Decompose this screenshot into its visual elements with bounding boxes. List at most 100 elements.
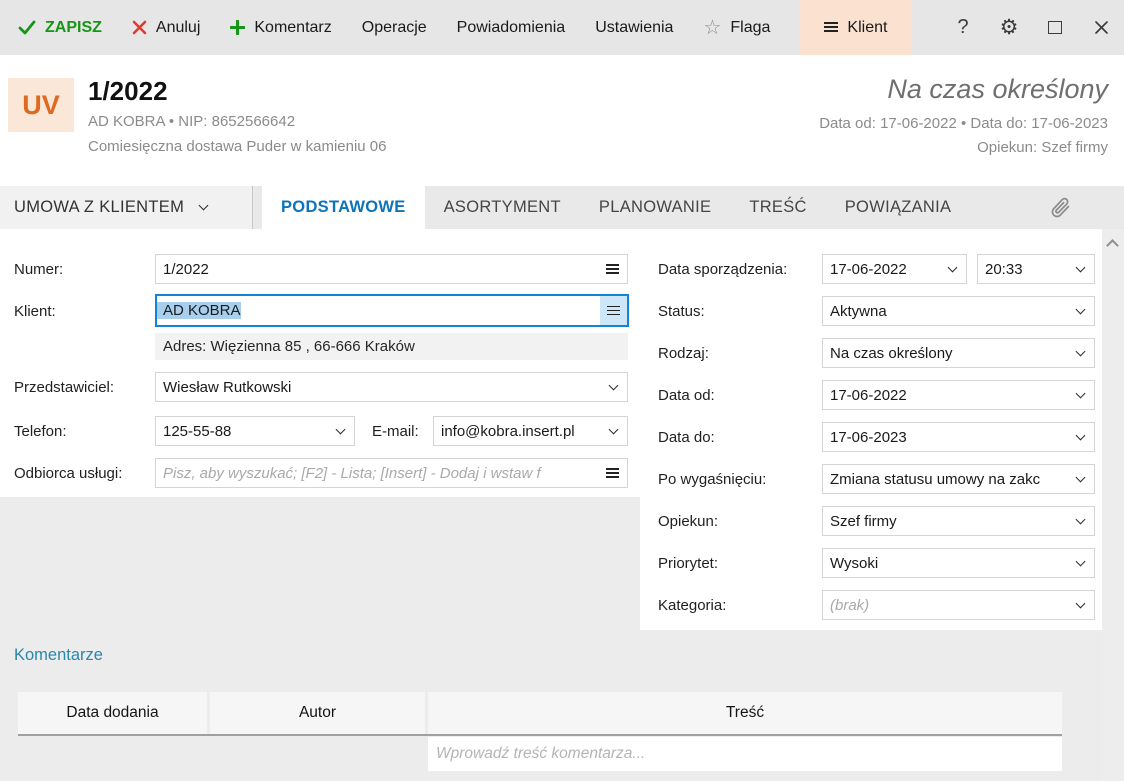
contract-description: Comiesięczna dostawa Puder w kamieniu 06 bbox=[88, 138, 387, 155]
chevron-down-icon[interactable] bbox=[608, 380, 619, 390]
save-button[interactable]: ZAPISZ bbox=[18, 0, 102, 55]
chevron-down-icon[interactable] bbox=[947, 262, 958, 272]
klient-field[interactable]: AD KOBRA bbox=[155, 294, 629, 327]
operations-label: Operacje bbox=[361, 18, 427, 36]
data-od-input[interactable] bbox=[823, 381, 1073, 409]
rodzaj-input[interactable] bbox=[823, 339, 1073, 367]
data-sporzadzenia-date-input[interactable] bbox=[823, 255, 945, 283]
help-button[interactable]: ? bbox=[940, 0, 986, 55]
comments-col-date[interactable]: Data dodania bbox=[18, 692, 207, 734]
klient-menu-button[interactable] bbox=[600, 296, 627, 325]
kategoria-input[interactable] bbox=[823, 591, 1073, 619]
numer-field[interactable] bbox=[155, 254, 628, 284]
tab-tresc[interactable]: TREŚĆ bbox=[730, 186, 825, 229]
tab-planowanie[interactable]: PLANOWANIE bbox=[580, 186, 730, 229]
field-menu-icon[interactable] bbox=[606, 264, 619, 274]
chevron-down-icon[interactable] bbox=[1075, 304, 1086, 314]
rodzaj-field[interactable] bbox=[822, 338, 1095, 368]
status-input[interactable] bbox=[823, 297, 1073, 325]
klient-label: Klient: bbox=[14, 303, 56, 320]
comment-input-field[interactable] bbox=[428, 737, 1062, 771]
notifications-label: Powiadomienia bbox=[456, 18, 566, 36]
maximize-button[interactable] bbox=[1032, 0, 1078, 55]
tab-asortyment[interactable]: ASORTYMENT bbox=[425, 186, 580, 229]
contract-window: ZAPISZ Anuluj Komentarz Operacje Powiado… bbox=[0, 0, 1124, 781]
comments-header-divider bbox=[18, 734, 1062, 736]
po-wygasnieciu-field[interactable] bbox=[822, 464, 1095, 494]
przedstawiciel-input[interactable] bbox=[156, 373, 606, 401]
kategoria-field[interactable] bbox=[822, 590, 1095, 620]
vertical-scrollbar[interactable] bbox=[1102, 229, 1124, 781]
client-button[interactable]: Klient bbox=[800, 0, 912, 55]
email-label: E-mail: bbox=[372, 423, 419, 440]
gear-icon[interactable]: ⚙ bbox=[986, 0, 1032, 55]
status-field[interactable] bbox=[822, 296, 1095, 326]
telefon-label: Telefon: bbox=[14, 423, 67, 440]
status-label: Status: bbox=[658, 303, 705, 320]
email-field[interactable] bbox=[433, 416, 628, 446]
contract-type-menu[interactable]: UMOWA Z KLIENTEM bbox=[0, 186, 253, 229]
field-menu-icon[interactable] bbox=[606, 468, 619, 478]
numer-input[interactable] bbox=[156, 255, 602, 283]
flag-label: Flaga bbox=[730, 18, 771, 36]
priorytet-input[interactable] bbox=[823, 549, 1073, 577]
telefon-input[interactable] bbox=[156, 417, 333, 445]
odbiorca-input[interactable] bbox=[156, 459, 602, 487]
document-number: 1/2022 bbox=[88, 76, 168, 106]
priorytet-label: Priorytet: bbox=[658, 555, 719, 572]
chevron-down-icon[interactable] bbox=[1075, 346, 1086, 356]
chevron-down-icon[interactable] bbox=[1075, 556, 1086, 566]
toolbar: ZAPISZ Anuluj Komentarz Operacje Powiado… bbox=[0, 0, 1124, 55]
comments-col-content[interactable]: Treść bbox=[428, 692, 1062, 734]
operations-menu[interactable]: Operacje bbox=[362, 0, 427, 55]
chevron-down-icon[interactable] bbox=[335, 424, 346, 434]
email-input[interactable] bbox=[434, 417, 606, 445]
add-comment-button[interactable]: Komentarz bbox=[230, 0, 332, 55]
comments-col-author[interactable]: Autor bbox=[210, 692, 425, 734]
contract-caretaker: Opiekun: Szef firmy bbox=[977, 139, 1108, 156]
odbiorca-field[interactable] bbox=[155, 458, 628, 488]
settings-menu[interactable]: Ustawienia bbox=[595, 0, 673, 55]
cancel-button[interactable]: Anuluj bbox=[132, 0, 200, 55]
contract-dates: Data od: 17-06-2022 • Data do: 17-06-202… bbox=[819, 115, 1108, 132]
chevron-down-icon[interactable] bbox=[1075, 430, 1086, 440]
rodzaj-label: Rodzaj: bbox=[658, 345, 709, 362]
comment-input[interactable] bbox=[428, 737, 1062, 771]
chevron-down-icon[interactable] bbox=[1075, 514, 1086, 524]
paperclip-icon[interactable] bbox=[1050, 195, 1074, 221]
klient-selected-text[interactable]: AD KOBRA bbox=[157, 302, 241, 319]
chevron-down-icon[interactable] bbox=[1075, 388, 1086, 398]
data-do-input[interactable] bbox=[823, 423, 1073, 451]
opiekun-field[interactable] bbox=[822, 506, 1095, 536]
data-do-field[interactable] bbox=[822, 422, 1095, 452]
kategoria-label: Kategoria: bbox=[658, 597, 727, 614]
contract-type: Na czas określony bbox=[887, 74, 1108, 104]
client-label: Klient bbox=[847, 18, 888, 36]
chevron-down-icon[interactable] bbox=[1075, 598, 1086, 608]
close-icon bbox=[1094, 21, 1108, 34]
chevron-down-icon[interactable] bbox=[1075, 262, 1086, 272]
przedstawiciel-label: Przedstawiciel: bbox=[14, 379, 115, 396]
przedstawiciel-field[interactable] bbox=[155, 372, 628, 402]
numer-label: Numer: bbox=[14, 261, 64, 278]
chevron-down-icon[interactable] bbox=[1075, 472, 1086, 482]
flag-button[interactable]: ☆ Flaga bbox=[703, 0, 770, 55]
klient-address: Adres: Więzienna 85 , 66-666 Kraków bbox=[155, 333, 628, 360]
data-sporzadzenia-date-field[interactable] bbox=[822, 254, 967, 284]
chevron-down-icon[interactable] bbox=[608, 424, 619, 434]
tab-menu-label: UMOWA Z KLIENTEM bbox=[14, 198, 185, 216]
data-sporzadzenia-time-field[interactable] bbox=[977, 254, 1095, 284]
tab-powiazania[interactable]: POWIĄZANIA bbox=[826, 186, 971, 229]
tab-podstawowe[interactable]: PODSTAWOWE bbox=[262, 186, 425, 229]
notifications-menu[interactable]: Powiadomienia bbox=[457, 0, 566, 55]
data-sporzadzenia-time-input[interactable] bbox=[978, 255, 1073, 283]
priorytet-field[interactable] bbox=[822, 548, 1095, 578]
close-button[interactable] bbox=[1078, 0, 1124, 55]
telefon-field[interactable] bbox=[155, 416, 355, 446]
opiekun-input[interactable] bbox=[823, 507, 1073, 535]
comments-heading[interactable]: Komentarze bbox=[14, 646, 103, 665]
data-od-field[interactable] bbox=[822, 380, 1095, 410]
po-wygasnieciu-input[interactable] bbox=[823, 465, 1073, 493]
save-label: ZAPISZ bbox=[45, 18, 102, 36]
document-header: UV 1/2022 AD KOBRA • NIP: 8652566642 Com… bbox=[0, 55, 1124, 186]
